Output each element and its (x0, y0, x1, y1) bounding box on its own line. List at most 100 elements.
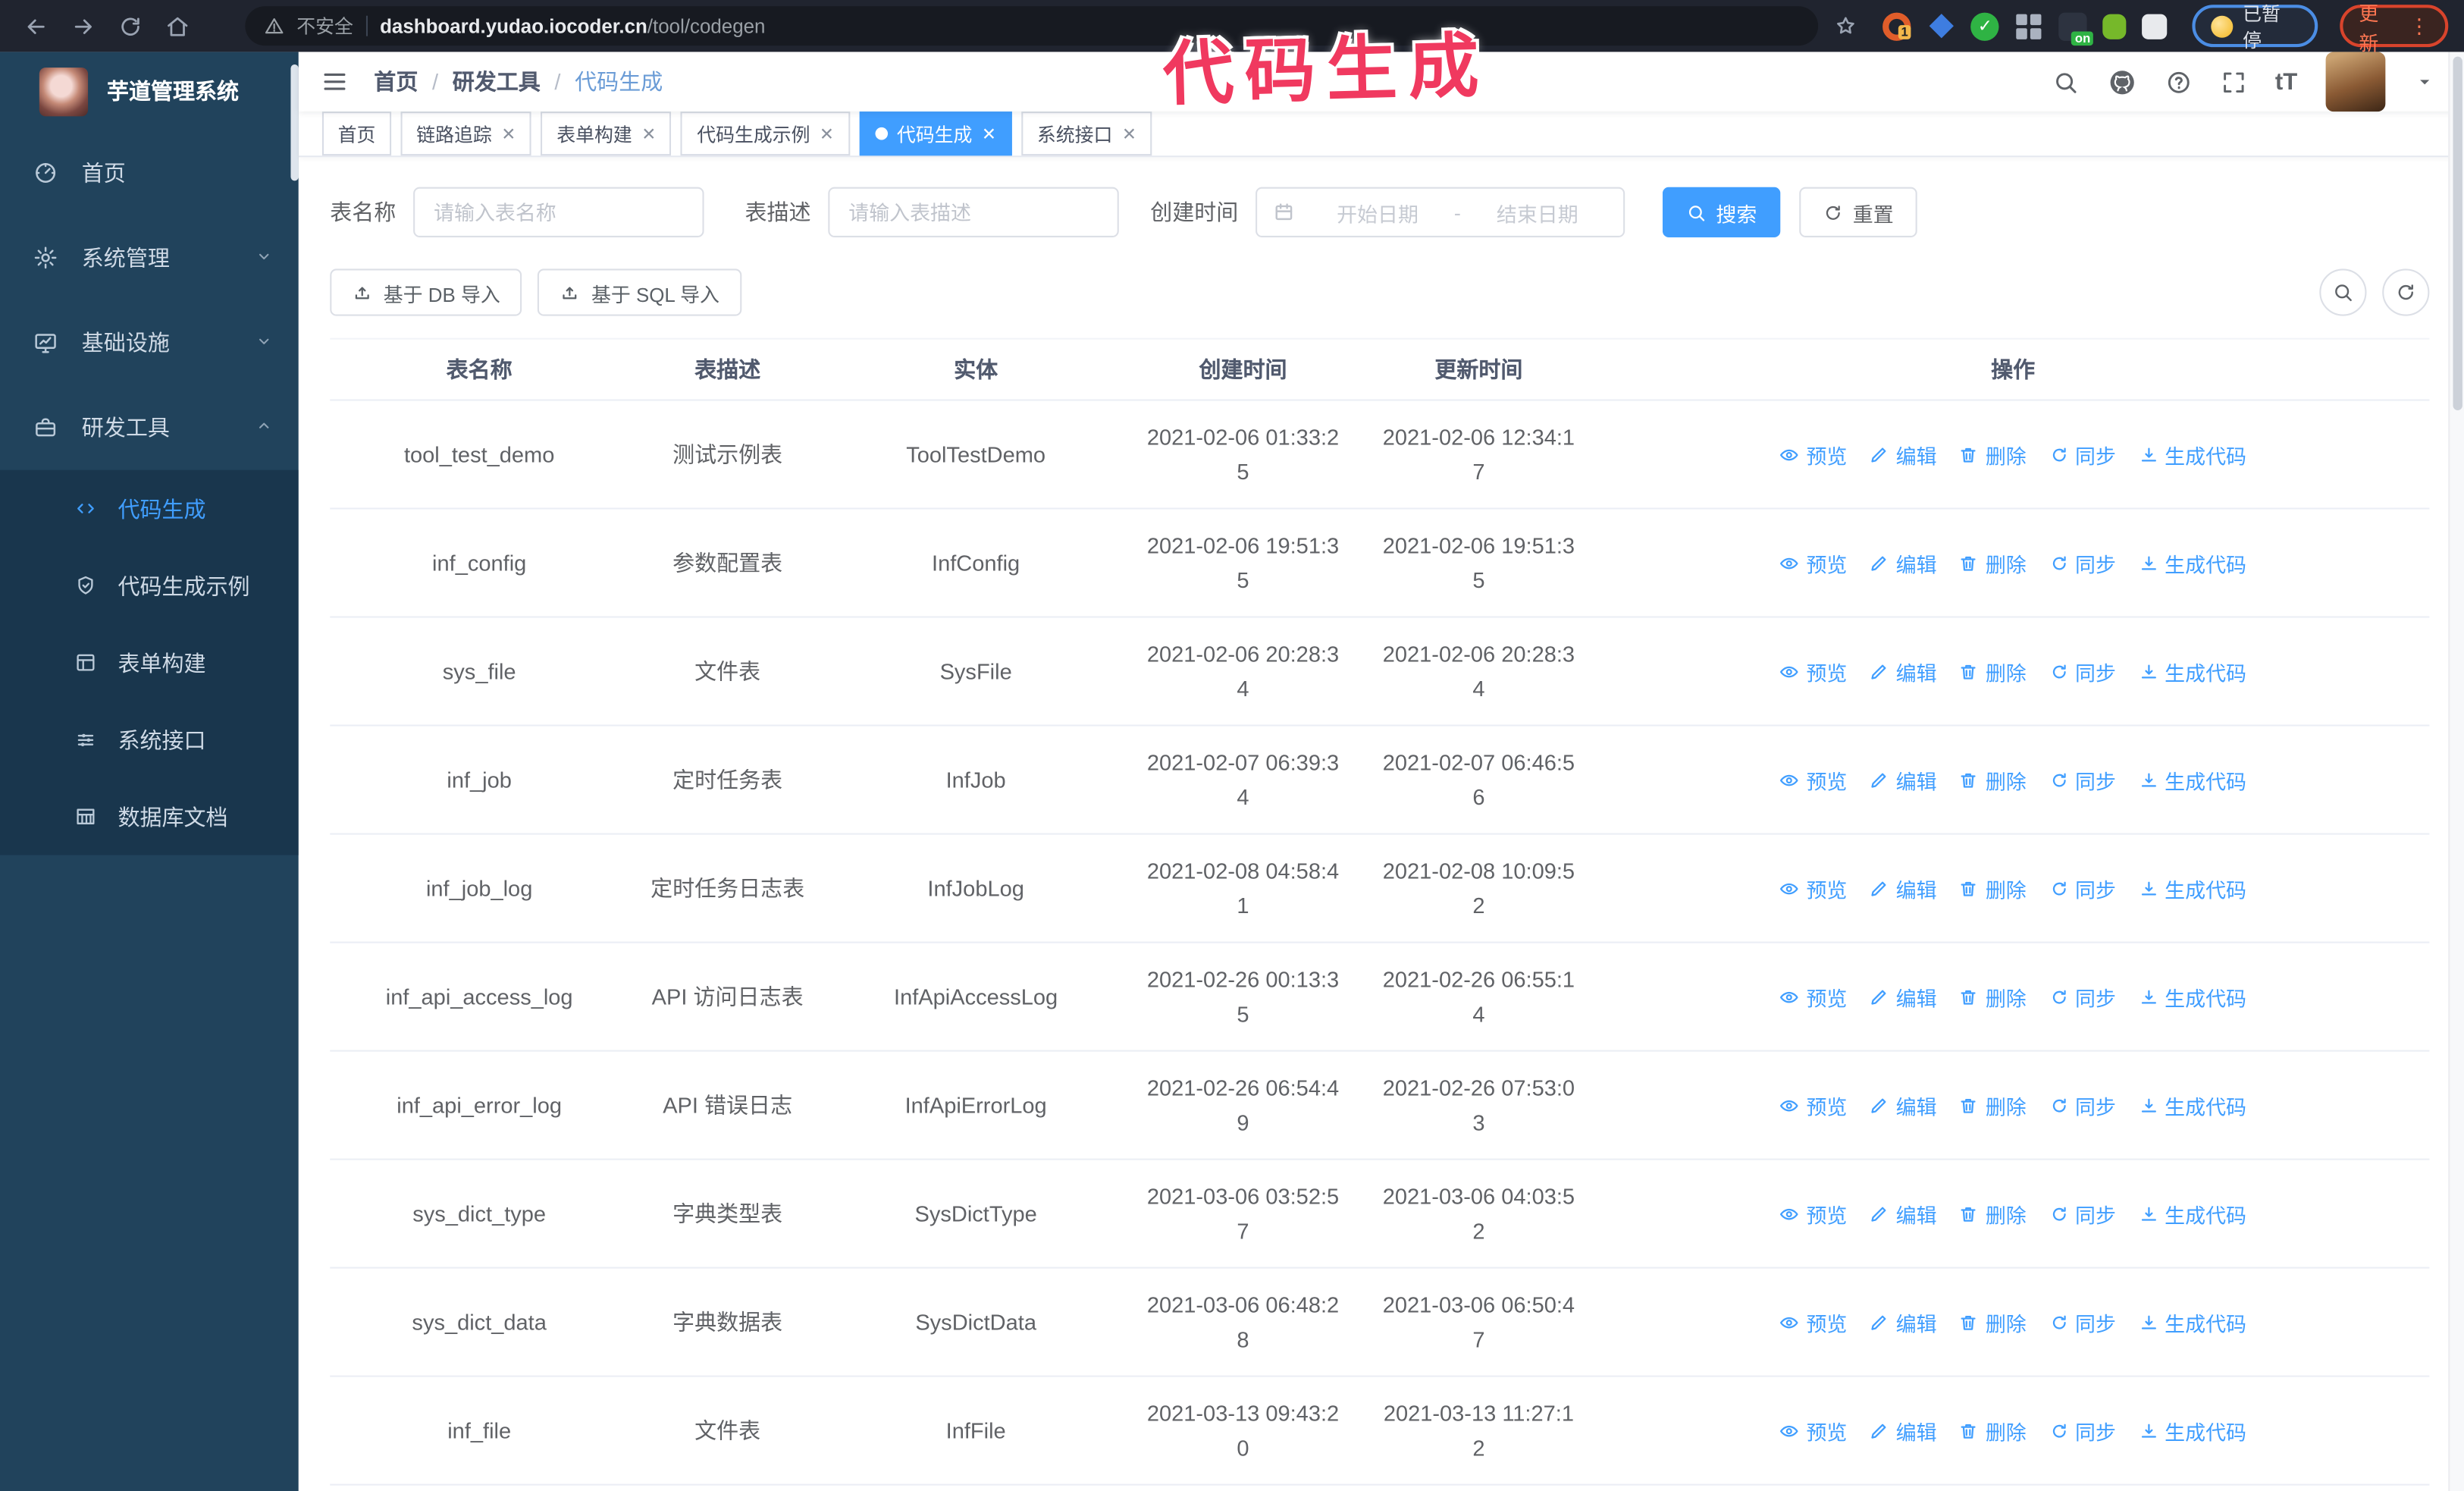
hamburger-icon[interactable] (321, 67, 349, 96)
sync-link[interactable]: 同步 (2049, 1415, 2116, 1445)
sync-link[interactable]: 同步 (2049, 439, 2116, 469)
fullscreen-icon[interactable] (2220, 68, 2246, 95)
delete-link[interactable]: 删除 (1959, 873, 2027, 902)
edit-link[interactable]: 编辑 (1869, 1198, 1937, 1228)
tab-close-icon[interactable]: ✕ (820, 124, 834, 144)
table-name-input[interactable] (413, 187, 704, 237)
app-logo[interactable]: 芋道管理系统 (0, 52, 299, 130)
sidebar-scrollbar-thumb[interactable] (290, 64, 299, 181)
generate-code-link[interactable]: 生成代码 (2138, 439, 2246, 469)
sync-link[interactable]: 同步 (2049, 656, 2116, 686)
sync-link[interactable]: 同步 (2049, 548, 2116, 577)
sync-link[interactable]: 同步 (2049, 764, 2116, 794)
github-icon[interactable] (2107, 67, 2136, 96)
delete-link[interactable]: 删除 (1959, 1307, 2027, 1336)
page-scrollbar[interactable] (2448, 52, 2464, 1491)
preview-link[interactable]: 预览 (1779, 1198, 1847, 1228)
table-desc-input[interactable] (828, 187, 1119, 237)
tab-代码生成[interactable]: 代码生成 ✕ (859, 111, 1012, 156)
extension-blue-gem-icon[interactable] (1927, 12, 1955, 40)
delete-link[interactable]: 删除 (1959, 1198, 2027, 1228)
edit-link[interactable]: 编辑 (1869, 1415, 1937, 1445)
delete-link[interactable]: 删除 (1959, 981, 2027, 1011)
sidebar-item-home[interactable]: 首页 (0, 130, 299, 215)
sidebar-item-form-builder[interactable]: 表单构建 (0, 624, 299, 702)
preview-link[interactable]: 预览 (1779, 656, 1847, 686)
tab-close-icon[interactable]: ✕ (501, 124, 516, 144)
forward-button[interactable] (63, 5, 104, 46)
tab-系统接口[interactable]: 系统接口 ✕ (1021, 111, 1152, 156)
generate-code-link[interactable]: 生成代码 (2138, 1090, 2246, 1119)
preview-link[interactable]: 预览 (1779, 548, 1847, 577)
edit-link[interactable]: 编辑 (1869, 439, 1937, 469)
preview-link[interactable]: 预览 (1779, 764, 1847, 794)
edit-link[interactable]: 编辑 (1869, 1090, 1937, 1119)
generate-code-link[interactable]: 生成代码 (2138, 656, 2246, 686)
delete-link[interactable]: 删除 (1959, 439, 2027, 469)
update-button[interactable]: 更新 ⋮ (2340, 2, 2449, 55)
sync-link[interactable]: 同步 (2049, 1198, 2116, 1228)
help-icon[interactable] (2165, 68, 2192, 95)
tab-首页[interactable]: 首页 (321, 111, 392, 156)
sidebar-item-dev-tools[interactable]: 研发工具 (0, 385, 299, 470)
tab-close-icon[interactable]: ✕ (641, 124, 656, 144)
font-size-icon[interactable]: tT (2275, 68, 2297, 95)
date-range-picker[interactable]: 开始日期 - 结束日期 (1256, 187, 1625, 237)
avatar-caret-down-icon[interactable] (2414, 71, 2436, 93)
page-scrollbar-thumb[interactable] (2453, 56, 2462, 410)
edit-link[interactable]: 编辑 (1869, 1307, 1937, 1336)
delete-link[interactable]: 删除 (1959, 656, 2027, 686)
delete-link[interactable]: 删除 (1959, 1415, 2027, 1445)
sidebar-item-system-api[interactable]: 系统接口 (0, 701, 299, 778)
sidebar-item-codegen-demo[interactable]: 代码生成示例 (0, 547, 299, 624)
show-search-button[interactable] (2319, 268, 2367, 316)
sidebar-item-db-doc[interactable]: 数据库文档 (0, 778, 299, 855)
preview-link[interactable]: 预览 (1779, 1307, 1847, 1336)
import-db-button[interactable]: 基于 DB 导入 (330, 268, 522, 316)
generate-code-link[interactable]: 生成代码 (2138, 1307, 2246, 1336)
generate-code-link[interactable]: 生成代码 (2138, 548, 2246, 577)
extension-grid-tool-icon[interactable] (2015, 12, 2043, 40)
sync-link[interactable]: 同步 (2049, 873, 2116, 902)
home-button[interactable] (157, 5, 198, 46)
edit-link[interactable]: 编辑 (1869, 981, 1937, 1011)
breadcrumb-item[interactable]: 首页 (374, 66, 418, 97)
sidebar-item-codegen[interactable]: 代码生成 (0, 470, 299, 548)
breadcrumb-item[interactable]: 研发工具 (453, 66, 541, 97)
refresh-table-button[interactable] (2382, 268, 2430, 316)
sidebar-item-system[interactable]: 系统管理 (0, 215, 299, 300)
generate-code-link[interactable]: 生成代码 (2138, 1415, 2246, 1445)
import-sql-button[interactable]: 基于 SQL 导入 (538, 268, 741, 316)
extension-green-robot-icon[interactable] (2102, 13, 2127, 39)
tab-表单构建[interactable]: 表单构建 ✕ (541, 111, 672, 156)
preview-link[interactable]: 预览 (1779, 981, 1847, 1011)
generate-code-link[interactable]: 生成代码 (2138, 764, 2246, 794)
delete-link[interactable]: 删除 (1959, 548, 2027, 577)
sync-link[interactable]: 同步 (2049, 981, 2116, 1011)
preview-link[interactable]: 预览 (1779, 1090, 1847, 1119)
extension-orange-monkey-icon[interactable]: 1 (1882, 11, 1911, 40)
edit-link[interactable]: 编辑 (1869, 656, 1937, 686)
back-button[interactable] (16, 5, 57, 46)
tab-链路追踪[interactable]: 链路追踪 ✕ (400, 111, 532, 156)
sync-link[interactable]: 同步 (2049, 1307, 2116, 1336)
preview-link[interactable]: 预览 (1779, 439, 1847, 469)
preview-link[interactable]: 预览 (1779, 873, 1847, 902)
edit-link[interactable]: 编辑 (1869, 764, 1937, 794)
sync-link[interactable]: 同步 (2049, 1090, 2116, 1119)
edit-link[interactable]: 编辑 (1869, 548, 1937, 577)
extension-puzzle-icon[interactable] (2142, 13, 2168, 39)
generate-code-link[interactable]: 生成代码 (2138, 1198, 2246, 1228)
tab-代码生成示例[interactable]: 代码生成示例 ✕ (681, 111, 850, 156)
delete-link[interactable]: 删除 (1959, 1090, 2027, 1119)
edit-link[interactable]: 编辑 (1869, 873, 1937, 902)
search-icon[interactable] (2052, 68, 2079, 95)
profile-paused-chip[interactable]: 已暂停 (2192, 2, 2318, 51)
breadcrumb-item[interactable]: 代码生成 (575, 66, 663, 97)
bookmark-star-icon[interactable] (1834, 14, 1857, 38)
address-bar[interactable]: 不安全 dashboard.yudao.iocoder.cn/tool/code… (244, 6, 1819, 46)
reload-button[interactable] (110, 5, 151, 46)
generate-code-link[interactable]: 生成代码 (2138, 981, 2246, 1011)
extension-green-check-icon[interactable]: ✓ (1970, 11, 1999, 40)
delete-link[interactable]: 删除 (1959, 764, 2027, 794)
